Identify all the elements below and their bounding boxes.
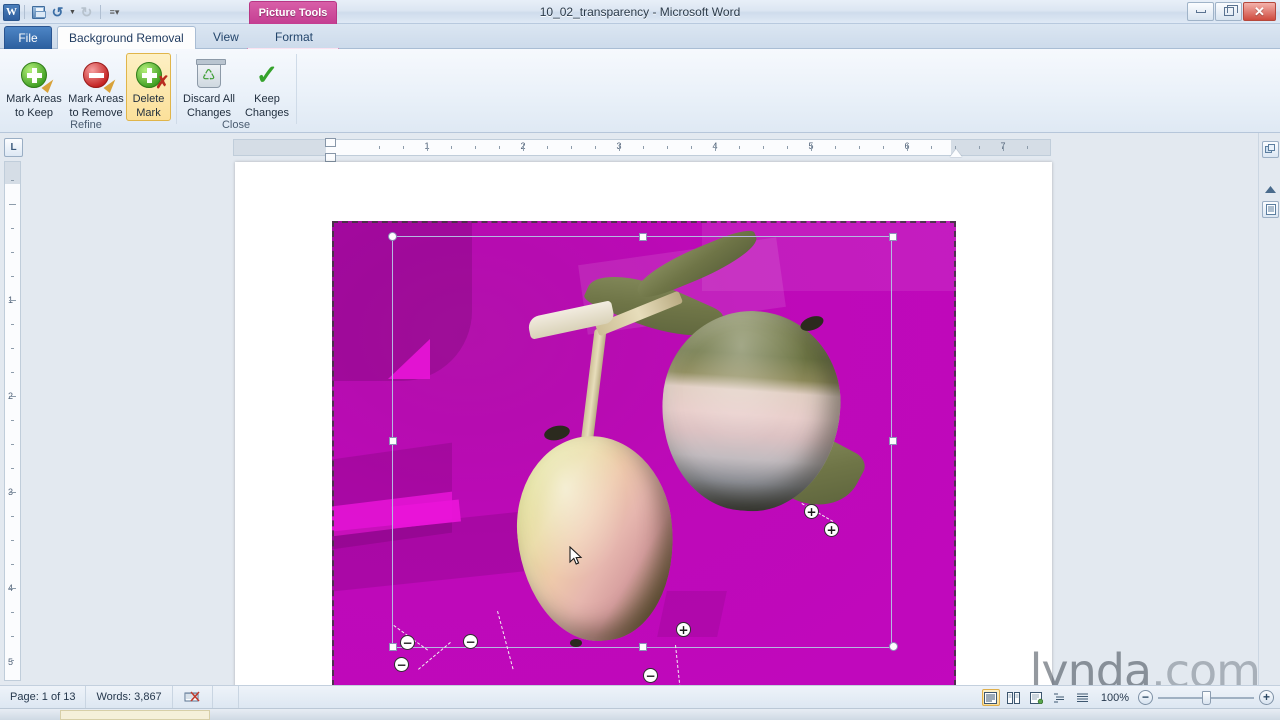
maximize-button[interactable] [1215,2,1242,21]
group-label-refine: Refine [70,119,102,131]
mark-areas-to-remove-icon [83,58,119,93]
title-bar: 10_02_transparency - Microsoft Word W ↺ … [0,0,1280,24]
taskbar-item[interactable] [60,710,210,720]
customize-qat-icon[interactable]: ≡▾ [105,3,124,21]
word-window: 10_02_transparency - Microsoft Word W ↺ … [0,0,1280,720]
left-indent-marker[interactable] [325,153,336,162]
view-draft-button[interactable] [1074,689,1092,706]
ribbon-group-divider [176,54,177,124]
view-full-screen-reading-button[interactable] [1005,689,1023,706]
status-bar: Page: 1 of 13 Words: 3,867 100% − + [0,685,1280,709]
selection-frame [388,232,898,651]
minimize-button[interactable] [1187,2,1214,21]
button-label-line1: Delete [132,93,165,105]
discard-all-changes-button[interactable]: ♺ Discard All Changes [178,53,240,121]
remove-mark[interactable]: − [463,634,478,649]
mark-areas-to-remove-button[interactable]: Mark Areas to Remove [64,53,128,121]
right-side-panel [1258,133,1280,695]
resize-handle-sw[interactable] [389,643,397,651]
picture-tools-label: Picture Tools [249,1,337,24]
horizontal-ruler[interactable]: 1 2 3 4 5 6 7 [233,139,1051,156]
save-icon[interactable] [29,3,48,21]
zoom-level[interactable]: 100% [1097,692,1133,704]
redo-icon[interactable]: ↻ [77,3,96,21]
close-icon: ✕ [1254,4,1265,19]
vertical-ruler[interactable]: 1 2 3 4 5 [4,161,21,681]
resize-handle-e[interactable] [889,437,897,445]
tab-view[interactable]: View [202,26,250,49]
document-page[interactable]: + + + − − − − [235,162,1052,720]
discard-all-changes-icon: ♺ [196,58,226,92]
remove-mark[interactable]: − [643,668,658,683]
zoom-in-button[interactable]: + [1259,690,1274,705]
zoom-out-button[interactable]: − [1138,690,1153,705]
view-print-layout-button[interactable] [981,689,1000,706]
document-work-area: L 1 2 3 4 5 6 7 1 2 3 4 5 [0,133,1280,720]
ribbon-tab-strip: File Background Removal View Format ^ ? [0,24,1280,73]
status-bar-right: 100% − + [981,686,1274,709]
ribbon-group-divider-2 [296,54,297,124]
ribbon-group-close: ♺ Discard All Changes ✓ Keep Changes Clo… [178,49,294,133]
vruler-label: 5 [8,657,14,667]
group-label-close: Close [221,119,251,131]
qat-divider [24,5,25,19]
first-line-indent-marker[interactable] [325,138,336,147]
word-icon[interactable]: W [3,3,20,21]
word-count[interactable]: Words: 3,867 [86,685,173,709]
quick-access-toolbar: W ↺ ▼ ↻ ≡▾ [3,2,124,22]
keep-mark[interactable]: + [676,622,691,637]
keep-changes-icon: ✓ [255,59,279,90]
mark-areas-to-keep-icon [21,58,57,93]
remove-mark[interactable]: − [394,657,409,672]
remove-mark[interactable]: − [400,635,415,650]
delete-mark-button[interactable]: ✗ Delete Mark [126,53,171,121]
status-spacer [213,685,239,709]
right-indent-marker[interactable] [950,149,962,157]
resize-handle-s[interactable] [639,643,647,651]
keep-mark[interactable]: + [824,522,839,537]
spelling-check-icon[interactable] [173,685,213,709]
button-label-line1: Mark Areas [68,93,124,105]
taskbar [0,708,1280,720]
resize-handle-nw[interactable] [388,232,397,241]
page-indicator[interactable]: Page: 1 of 13 [0,685,87,709]
delete-mark-icon: ✗ [135,58,170,92]
tab-selector-button[interactable]: L [4,138,23,157]
background-removal-preview[interactable]: + + + − − − − [332,221,956,696]
keep-changes-button[interactable]: ✓ Keep Changes [240,53,294,121]
resize-handle-n[interactable] [639,233,647,241]
undo-dropdown-icon[interactable]: ▼ [67,3,77,21]
button-label-line1: Mark Areas [6,93,62,105]
tab-file[interactable]: File [4,26,52,49]
ribbon-group-refine: Mark Areas to Keep Mark Areas to Remove … [0,49,180,133]
resize-handle-ne[interactable] [889,233,897,241]
view-web-layout-button[interactable] [1028,689,1046,706]
mark-areas-to-keep-button[interactable]: Mark Areas to Keep [2,53,66,121]
zoom-slider[interactable] [1158,690,1254,705]
keep-mark[interactable]: + [804,504,819,519]
window-controls: ✕ [1187,2,1276,21]
view-outline-button[interactable] [1051,689,1069,706]
picture-object[interactable]: + + + − − − − [332,221,956,696]
tab-format[interactable]: Format [264,26,324,49]
ribbon: Mark Areas to Keep Mark Areas to Remove … [0,49,1280,133]
button-label-line1: Discard All [183,93,235,105]
resize-handle-w[interactable] [389,437,397,445]
zoom-slider-thumb[interactable] [1202,690,1211,705]
vertical-scrollbar[interactable] [1262,133,1278,695]
button-label-line1: Keep [254,93,280,105]
close-button[interactable]: ✕ [1243,2,1276,21]
qat-divider-2 [100,5,101,19]
resize-handle-se[interactable] [889,642,898,651]
window-title: 10_02_transparency - Microsoft Word [539,5,741,19]
tab-background-removal[interactable]: Background Removal [57,26,196,50]
undo-icon[interactable]: ↺ [48,3,67,21]
